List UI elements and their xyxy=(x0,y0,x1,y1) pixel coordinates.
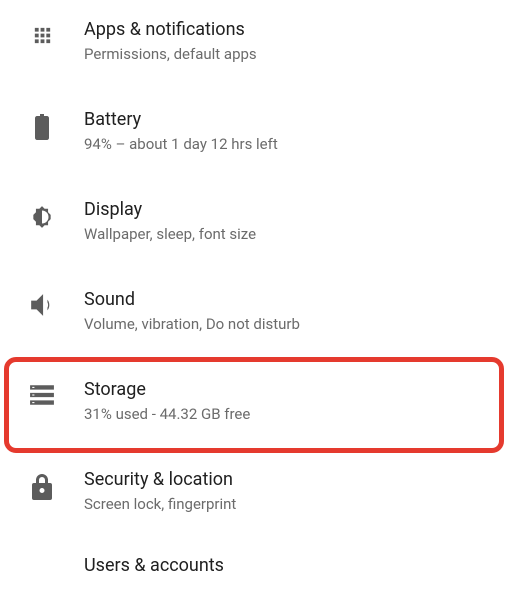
settings-item-storage[interactable]: Storage 31% used - 44.32 GB free xyxy=(0,360,508,450)
settings-item-subtitle: Screen lock, fingerprint xyxy=(84,495,236,515)
settings-item-subtitle: Wallpaper, sleep, font size xyxy=(84,225,256,245)
item-text: Sound Volume, vibration, Do not disturb xyxy=(84,288,300,335)
item-text: Apps & notifications Permissions, defaul… xyxy=(84,18,257,65)
settings-item-security[interactable]: Security & location Screen lock, fingerp… xyxy=(0,450,508,540)
settings-item-subtitle: Volume, vibration, Do not disturb xyxy=(84,315,300,335)
settings-item-subtitle: 31% used - 44.32 GB free xyxy=(84,405,250,425)
lock-icon xyxy=(22,468,62,500)
apps-icon xyxy=(22,18,62,47)
settings-item-title: Apps & notifications xyxy=(84,18,257,41)
settings-item-users[interactable]: Users & accounts xyxy=(0,540,508,602)
settings-item-apps[interactable]: Apps & notifications Permissions, defaul… xyxy=(0,0,508,90)
storage-icon xyxy=(22,378,62,406)
settings-item-sound[interactable]: Sound Volume, vibration, Do not disturb xyxy=(0,270,508,360)
settings-item-battery[interactable]: Battery 94% – about 1 day 12 hrs left xyxy=(0,90,508,180)
highlight-box xyxy=(4,357,504,453)
battery-icon xyxy=(22,108,62,140)
item-text: Security & location Screen lock, fingerp… xyxy=(84,468,236,515)
sound-icon xyxy=(22,288,62,316)
settings-item-title: Battery xyxy=(84,108,278,131)
settings-item-title: Display xyxy=(84,198,256,221)
settings-item-subtitle: Permissions, default apps xyxy=(84,45,257,65)
settings-item-title: Storage xyxy=(84,378,250,401)
item-text: Display Wallpaper, sleep, font size xyxy=(84,198,256,245)
settings-item-display[interactable]: Display Wallpaper, sleep, font size xyxy=(0,180,508,270)
settings-item-title: Security & location xyxy=(84,468,236,491)
item-text: Storage 31% used - 44.32 GB free xyxy=(84,378,250,425)
brightness-icon xyxy=(22,198,62,230)
settings-item-subtitle: 94% – about 1 day 12 hrs left xyxy=(84,135,278,155)
settings-list: Apps & notifications Permissions, defaul… xyxy=(0,0,508,602)
item-text: Battery 94% – about 1 day 12 hrs left xyxy=(84,108,278,155)
settings-item-title: Sound xyxy=(84,288,300,311)
